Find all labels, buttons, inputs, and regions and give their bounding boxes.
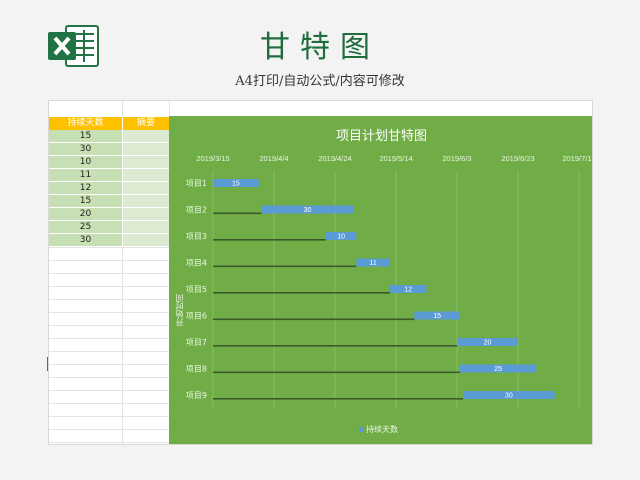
gantt-start-offset-bar: [213, 292, 390, 294]
bar-value-label: 15: [433, 313, 441, 320]
cell-duration[interactable]: 30: [49, 143, 122, 156]
cell-note[interactable]: [122, 182, 169, 195]
page-subtitle: A4打印/自动公式/内容可修改: [235, 74, 405, 89]
gantt-start-offset-bar: [213, 239, 326, 241]
y-category-label: 项目1: [186, 179, 207, 188]
bar-value-label: 11: [369, 260, 376, 267]
cell-duration[interactable]: 11: [49, 169, 122, 182]
x-tick-label: 2019/3/15: [196, 154, 229, 163]
cell-note[interactable]: [122, 208, 169, 221]
cell-duration[interactable]: 10: [49, 156, 122, 169]
x-tick-label: 2019/4/24: [318, 154, 351, 163]
cell-note[interactable]: [122, 143, 169, 156]
legend-swatch-icon: [359, 427, 364, 432]
cell-duration[interactable]: 15: [49, 130, 122, 143]
header-duration[interactable]: 持续天数: [49, 117, 122, 130]
page-title: 甘特图: [260, 30, 380, 65]
gantt-start-offset-bar: [213, 371, 461, 374]
cell-duration[interactable]: 12: [49, 182, 122, 195]
x-tick-label: 2019/4/4: [259, 154, 288, 163]
y-category-label: 项目2: [186, 206, 207, 215]
y-category-label: 项目9: [186, 391, 207, 400]
gantt-start-offset-bar: [213, 398, 464, 400]
x-tick-label: 2019/6/3: [442, 154, 471, 163]
bar-value-label: 15: [232, 181, 240, 188]
y-category-label: 项目5: [186, 285, 207, 294]
cell-duration[interactable]: 20: [49, 208, 122, 221]
y-category-label: 项目4: [186, 259, 207, 268]
cell-note[interactable]: [122, 195, 169, 208]
bar-value-label: 30: [505, 393, 513, 400]
bar-value-label: 30: [304, 207, 312, 214]
cell-duration[interactable]: 25: [49, 221, 122, 234]
header-note[interactable]: 摘要: [122, 117, 169, 130]
x-tick-label: 2019/6/23: [501, 154, 534, 163]
gantt-plot: 2019/3/15 2019/4/4 2019/4/24 2019/5/14 2019/…: [186, 154, 593, 408]
bar-value-label: 25: [494, 366, 502, 373]
spreadsheet[interactable]: 持续天数 摘要 15 30 10 11 12 15 20 25 30 项目计划甘特图 开始时间 …: [48, 100, 593, 445]
bar-value-label: 12: [404, 287, 412, 294]
chart-legend: 持续天数: [359, 424, 398, 435]
x-tick-label: 2019/7/13: [562, 154, 593, 163]
cell-duration[interactable]: 30: [49, 234, 122, 247]
cell-note[interactable]: [122, 156, 169, 169]
y-category-label: 项目8: [186, 365, 207, 374]
gantt-chart[interactable]: 项目计划甘特图 开始时间 2019/3/15 2019/4/4 2019/4/24 2…: [169, 116, 593, 444]
cell-duration[interactable]: 15: [49, 195, 122, 208]
page: 甘特图 A4打印/自动公式/内容可修改 持续天数 摘要 15 30 10 11 12 15…: [0, 0, 640, 480]
bar-value-label: 20: [484, 340, 492, 347]
cell-note[interactable]: [122, 169, 169, 182]
gantt-start-offset-bar: [213, 212, 262, 215]
y-category-label: 项目7: [186, 338, 207, 347]
gantt-start-offset-bar: [213, 345, 457, 347]
y-category-label: 项目6: [186, 312, 207, 321]
gantt-start-offset-bar: [213, 318, 415, 321]
gantt-start-offset-bar: [213, 265, 357, 268]
cell-note[interactable]: [122, 130, 169, 143]
cell-note[interactable]: [122, 234, 169, 247]
cell-note[interactable]: [122, 221, 169, 234]
y-category-label: 项目3: [186, 232, 207, 241]
legend-label: 持续天数: [366, 425, 398, 434]
bar-value-label: 10: [337, 234, 345, 241]
x-tick-label: 2019/5/14: [379, 154, 412, 163]
